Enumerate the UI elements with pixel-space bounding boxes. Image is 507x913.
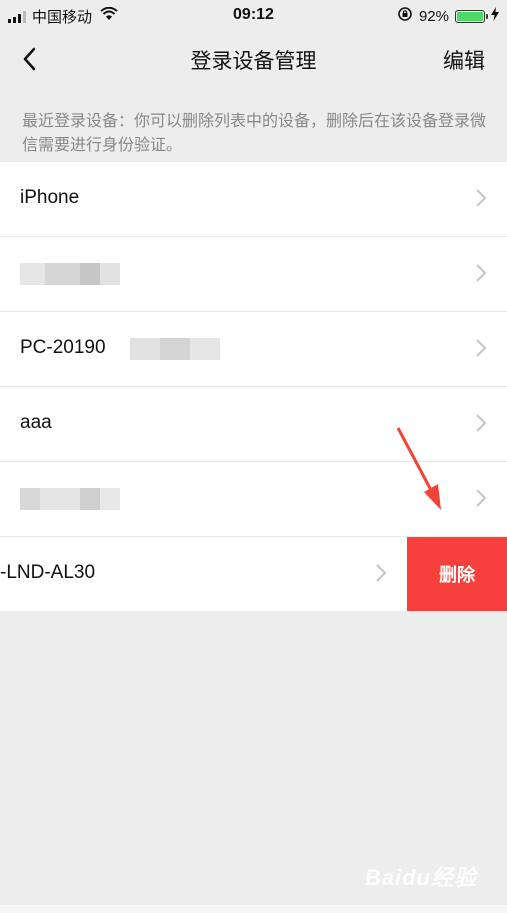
- status-bar: 中国移动 09:12 92%: [0, 0, 507, 32]
- device-row-blurred[interactable]: [0, 462, 507, 537]
- device-label: iPhone: [20, 187, 80, 208]
- device-row-swiped[interactable]: -LND-AL30 删除: [0, 537, 507, 611]
- battery-level: [457, 11, 483, 21]
- device-row-pc[interactable]: PC-20190: [0, 312, 507, 387]
- hint-text: 最近登录设备：你可以删除列表中的设备，删除后在该设备登录微信需要进行身份验证。: [22, 113, 487, 154]
- redacted-label: [20, 263, 120, 285]
- chevron-right-icon: [476, 489, 487, 507]
- chevron-right-icon: [476, 189, 487, 207]
- bottom-divider: [0, 905, 507, 913]
- delete-button[interactable]: 删除: [407, 537, 507, 611]
- battery-icon: [455, 9, 488, 23]
- edit-button[interactable]: 编辑: [443, 45, 485, 75]
- device-label: PC-20190: [20, 337, 106, 358]
- chevron-right-icon: [376, 564, 387, 582]
- device-row-blurred[interactable]: [0, 237, 507, 312]
- redacted-label: [130, 338, 220, 360]
- watermark: Baidu经验: [364, 865, 477, 890]
- battery-percent: 92%: [418, 7, 449, 25]
- device-row-aaa[interactable]: aaa: [0, 387, 507, 462]
- chevron-right-icon: [476, 414, 487, 432]
- chevron-right-icon: [476, 264, 487, 282]
- nav-bar: 登录设备管理 编辑: [0, 32, 507, 86]
- device-list: iPhone PC-20190 aaa -LND-AL30 删除: [0, 162, 507, 611]
- rotation-lock-icon: [397, 6, 413, 26]
- device-row-iphone[interactable]: iPhone: [0, 162, 507, 237]
- device-label: -LND-AL30: [0, 562, 96, 583]
- device-label: aaa: [20, 412, 52, 433]
- status-right: 92%: [397, 6, 499, 26]
- page-title: 登录设备管理: [190, 50, 317, 73]
- charging-icon: [491, 7, 499, 25]
- chevron-right-icon: [476, 339, 487, 357]
- redacted-label: [20, 488, 120, 510]
